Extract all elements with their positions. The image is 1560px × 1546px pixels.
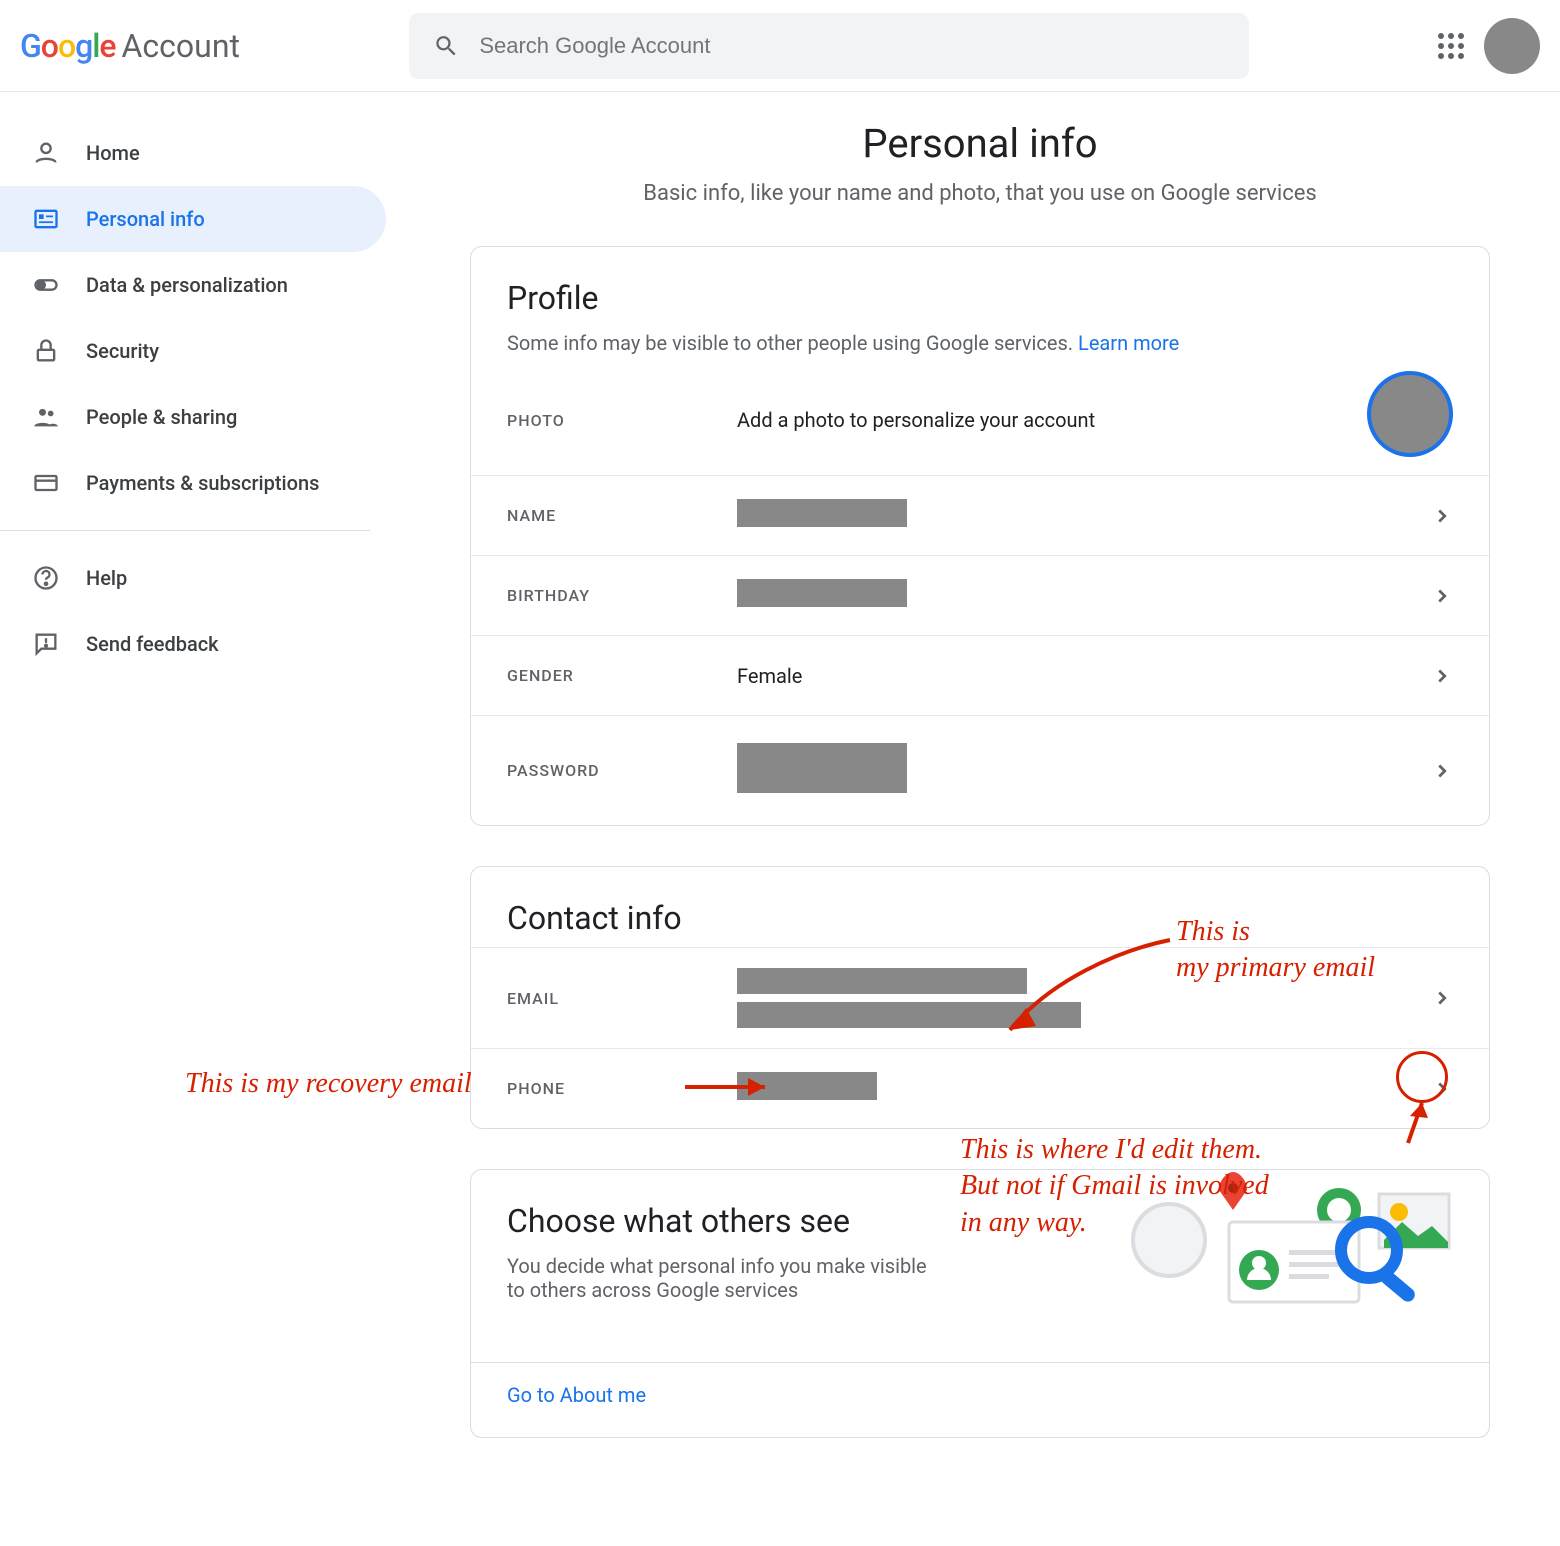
- contact-info-card: Contact info EMAIL PHONE: [470, 866, 1490, 1129]
- row-label: BIRTHDAY: [507, 586, 737, 605]
- sidebar-item-label: Security: [86, 339, 159, 363]
- choose-card: Choose what others see You decide what p…: [470, 1169, 1490, 1438]
- chevron-right-icon: [1431, 1078, 1453, 1100]
- sidebar-item-data[interactable]: Data & personalization: [0, 252, 386, 318]
- sidebar: Home Personal info Data & personalizatio…: [0, 92, 400, 1478]
- sidebar-item-label: Payments & subscriptions: [86, 471, 319, 495]
- sidebar-item-payments[interactable]: Payments & subscriptions: [0, 450, 386, 516]
- id-card-icon: [30, 203, 62, 235]
- sidebar-item-feedback[interactable]: Send feedback: [0, 611, 386, 677]
- row-value: [737, 743, 1453, 798]
- sidebar-item-people[interactable]: People & sharing: [0, 384, 386, 450]
- learn-more-link[interactable]: Learn more: [1078, 331, 1179, 355]
- search-input[interactable]: [479, 33, 1225, 59]
- profile-photo-avatar[interactable]: [1367, 371, 1453, 457]
- row-value: [737, 1072, 1453, 1105]
- row-label: EMAIL: [507, 989, 737, 1008]
- profile-row-password[interactable]: PASSWORD: [471, 715, 1489, 825]
- feedback-icon: [30, 628, 62, 660]
- sidebar-item-home[interactable]: Home: [0, 120, 386, 186]
- card-title: Profile: [507, 279, 1453, 317]
- main-content: Personal info Basic info, like your name…: [400, 92, 1560, 1478]
- row-label: GENDER: [507, 666, 737, 685]
- card-subtitle: Some info may be visible to other people…: [507, 331, 1453, 355]
- contact-row-phone[interactable]: PHONE: [471, 1048, 1489, 1128]
- redacted-value: [737, 579, 907, 607]
- lock-icon: [30, 335, 62, 367]
- google-account-logo[interactable]: Google Account: [20, 27, 240, 65]
- account-logo-text: Account: [122, 27, 240, 65]
- chevron-right-icon: [1431, 585, 1453, 607]
- people-icon: [30, 401, 62, 433]
- contact-row-email[interactable]: EMAIL: [471, 947, 1489, 1048]
- row-value: [737, 579, 1453, 612]
- profile-row-photo[interactable]: PHOTO Add a photo to personalize your ac…: [471, 365, 1489, 475]
- sidebar-item-personal-info[interactable]: Personal info: [0, 186, 386, 252]
- card-subtitle: You decide what personal info you make v…: [507, 1254, 927, 1302]
- apps-icon[interactable]: [1438, 33, 1464, 59]
- page-subtitle: Basic info, like your name and photo, th…: [470, 181, 1490, 206]
- row-label: PHONE: [507, 1079, 737, 1098]
- chevron-right-icon: [1431, 665, 1453, 687]
- google-logo-text: Google: [20, 27, 116, 65]
- illustration: [1099, 1169, 1459, 1310]
- card-title: Contact info: [507, 899, 1453, 937]
- search-icon: [433, 32, 459, 60]
- row-value: Add a photo to personalize your account: [737, 408, 1453, 432]
- row-label: NAME: [507, 506, 737, 525]
- card-icon: [30, 467, 62, 499]
- page-title: Personal info: [470, 120, 1490, 167]
- sidebar-item-label: Send feedback: [86, 632, 219, 656]
- chevron-right-icon: [1431, 505, 1453, 527]
- profile-card: Profile Some info may be visible to othe…: [470, 246, 1490, 826]
- sidebar-item-security[interactable]: Security: [0, 318, 386, 384]
- avatar[interactable]: [1484, 18, 1540, 74]
- chevron-right-icon: [1431, 760, 1453, 782]
- divider: [0, 530, 370, 531]
- redacted-primary-email: [737, 968, 1027, 994]
- profile-row-gender[interactable]: GENDER Female: [471, 635, 1489, 715]
- sidebar-item-label: Data & personalization: [86, 273, 288, 297]
- top-header: Google Account: [0, 0, 1560, 92]
- row-label: PHOTO: [507, 411, 737, 430]
- redacted-value: [737, 1072, 877, 1100]
- sidebar-item-label: Home: [86, 141, 140, 165]
- sidebar-item-help[interactable]: Help: [0, 545, 386, 611]
- home-icon: [30, 137, 62, 169]
- sidebar-item-label: People & sharing: [86, 405, 237, 429]
- search-bar[interactable]: [409, 13, 1249, 79]
- sidebar-item-label: Help: [86, 566, 127, 590]
- redacted-value: [737, 743, 907, 793]
- profile-row-birthday[interactable]: BIRTHDAY: [471, 555, 1489, 635]
- help-icon: [30, 562, 62, 594]
- profile-row-name[interactable]: NAME: [471, 475, 1489, 555]
- about-me-link-row: Go to About me: [471, 1362, 1489, 1437]
- sidebar-item-label: Personal info: [86, 207, 205, 231]
- row-value: Female: [737, 664, 1453, 688]
- redacted-recovery-email: [737, 1002, 1081, 1028]
- row-label: PASSWORD: [507, 761, 737, 780]
- chevron-right-icon: [1431, 987, 1453, 1009]
- redacted-value: [737, 499, 907, 527]
- toggle-icon: [30, 269, 62, 301]
- row-value: [737, 968, 1453, 1028]
- row-value: [737, 499, 1453, 532]
- go-to-about-me-link[interactable]: Go to About me: [507, 1383, 646, 1407]
